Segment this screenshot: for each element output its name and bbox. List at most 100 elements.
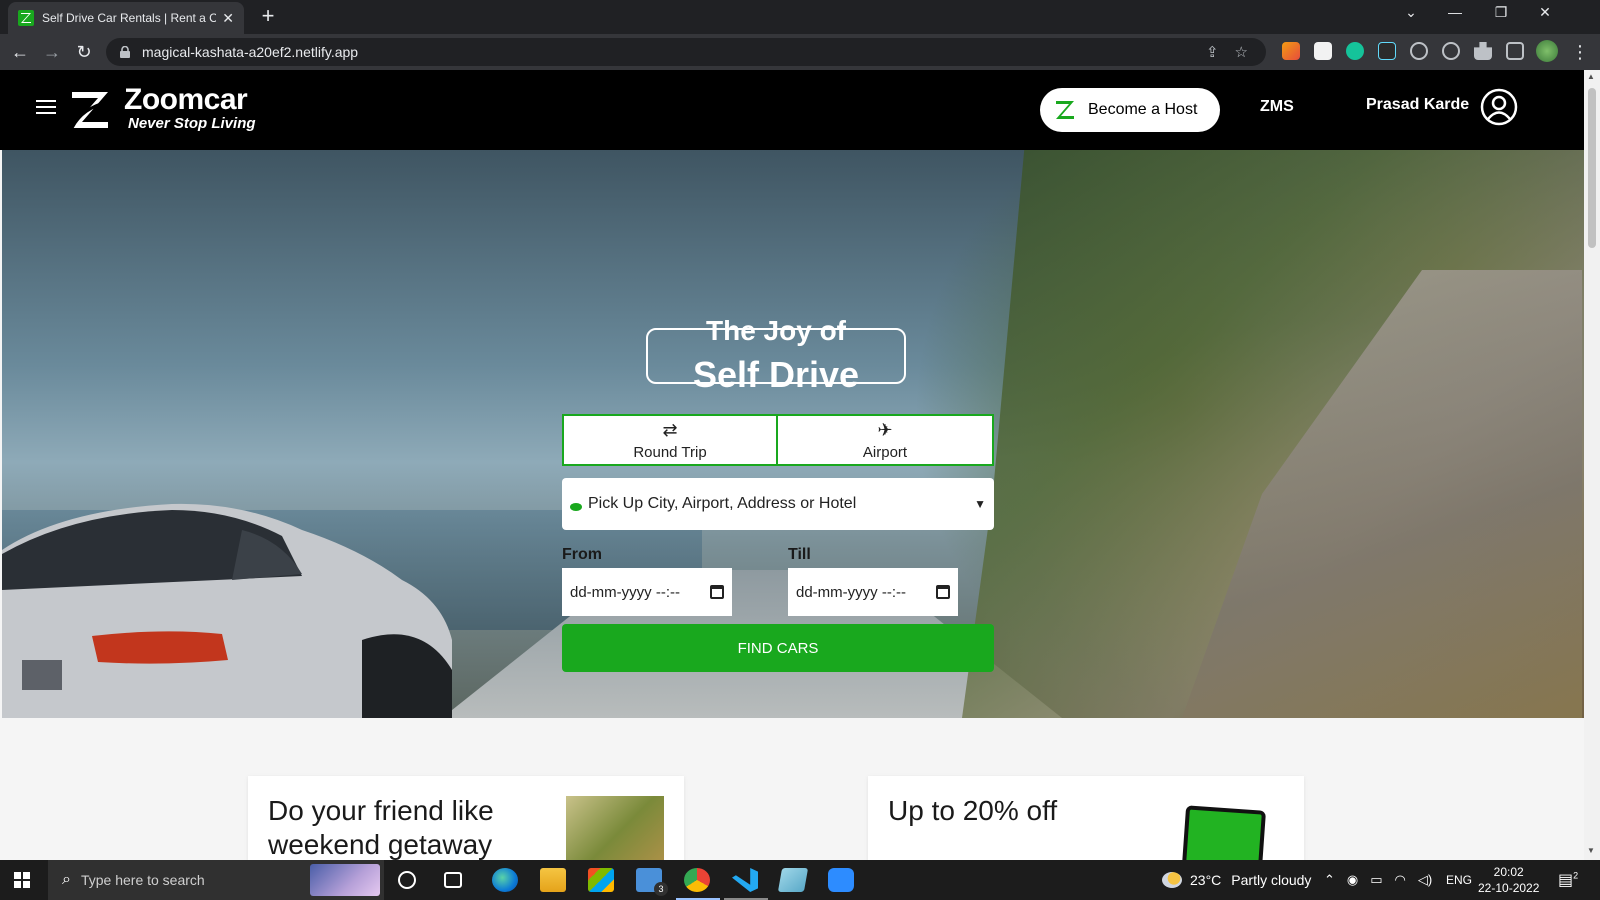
weather-temp: 23°C [1190,872,1222,888]
reload-icon[interactable]: ↻ [72,40,96,64]
hero-car-image [2,503,452,718]
find-cars-button[interactable]: FIND CARS [562,624,994,672]
calendar-icon[interactable] [936,585,950,599]
search-icon: ⌕ [62,871,71,888]
user-account-icon[interactable] [1480,88,1518,126]
logo-name: Zoomcar [124,83,248,116]
notifications-count: 2 [1573,870,1579,881]
taskbar-search[interactable]: ⌕ Type here to search [48,860,384,900]
from-label: From [562,546,602,563]
page-viewport: Zoomcar Never Stop Living Become a Host … [0,70,1584,860]
hero-title-line2: Self Drive [692,354,860,395]
profile-avatar-icon[interactable] [1536,40,1558,62]
forward-icon[interactable]: → [40,40,64,64]
offer-card-discount[interactable]: Up to 20% off [868,776,1304,860]
zoomcar-logo-icon[interactable] [68,88,112,132]
extensions-puzzle-icon[interactable] [1474,42,1492,60]
side-panel-icon[interactable] [1506,42,1524,60]
windows-start-icon[interactable] [14,872,30,888]
url-text: magical-kashata-a20ef2.netlify.app [142,44,359,60]
till-datetime-value: dd-mm-yyyy --:-- [796,583,906,601]
hero-banner: The Joy of Self Drive ⇄ Round Trip ✈ Air… [2,150,1584,718]
vscode-icon[interactable] [732,868,758,892]
chrome-menu-icon[interactable]: ⋮ [1568,40,1592,64]
share-icon[interactable]: ⇪ [1206,43,1219,61]
battery-icon[interactable]: ▭ [1370,872,1382,888]
new-tab-button[interactable]: + [256,5,280,29]
become-host-button[interactable]: Become a Host [1040,88,1220,132]
extension-atom-icon[interactable] [1410,42,1428,60]
file-explorer-icon[interactable] [540,868,566,892]
scroll-down-icon[interactable]: ▼ [1587,846,1595,855]
tab-round-trip-label: Round Trip [633,443,707,461]
scroll-up-icon[interactable]: ▲ [1587,72,1595,81]
address-bar[interactable]: magical-kashata-a20ef2.netlify.app ⇪ ☆ [106,38,1266,66]
logo-tagline: Never Stop Living [128,115,256,132]
meet-now-icon[interactable]: ◉ [1347,872,1358,888]
page-scrollbar[interactable]: ▲ ▼ [1584,70,1600,860]
notes-app-icon[interactable] [777,868,809,892]
tab-search-chevron-icon[interactable]: ⌄ [1396,4,1426,21]
airplane-icon: ✈ [877,419,893,440]
zms-link[interactable]: ZMS [1260,98,1294,116]
edge-browser-icon[interactable] [492,868,518,892]
hamburger-menu-icon[interactable] [36,100,56,118]
minimize-icon[interactable]: — [1440,4,1470,20]
windows-taskbar: ⌕ Type here to search 3 23°C Partly clou… [0,860,1600,900]
restore-icon[interactable]: ❐ [1486,4,1516,21]
task-view-icon[interactable] [444,872,462,888]
zoomcar-favicon-icon [18,10,34,26]
browser-tab-active[interactable]: Self Drive Car Rentals | Rent a Car ✕ [8,2,244,34]
back-icon[interactable]: ← [8,40,32,64]
become-host-label: Become a Host [1088,101,1198,118]
tab-round-trip[interactable]: ⇄ Round Trip [562,414,778,466]
tab-airport-label: Airport [862,443,908,461]
site-header: Zoomcar Never Stop Living Become a Host … [0,70,1584,150]
tab-airport[interactable]: ✈ Airport [778,414,994,466]
scrollbar-thumb[interactable] [1588,88,1596,248]
volume-icon[interactable]: ◁) [1418,872,1432,888]
pickup-city-select[interactable]: Pick Up City, Airport, Address or Hotel … [562,478,994,530]
tray-chevron-up-icon[interactable]: ⌃ [1324,872,1335,888]
zoom-app-icon[interactable] [828,868,854,892]
till-datetime-input[interactable]: dd-mm-yyyy --:-- [788,568,958,616]
system-tray: ⌃ ◉ ▭ ◠ ◁) [1324,872,1432,888]
wifi-icon[interactable]: ◠ [1395,872,1406,888]
offer-card-title: Do your friend like weekend getaway [268,795,494,860]
notifications-icon[interactable]: ▤2 [1558,870,1578,890]
user-name[interactable]: Prasad Karde [1366,96,1469,114]
tab-close-icon[interactable]: ✕ [222,10,234,27]
extension-card-icon[interactable] [1314,42,1332,60]
from-datetime-value: dd-mm-yyyy --:-- [570,583,680,601]
grammarly-icon[interactable] [1346,42,1364,60]
weather-widget[interactable]: 23°C Partly cloudy [1162,872,1311,888]
offer-card-image [566,796,664,860]
zoomcar-green-logo-icon [1056,101,1074,119]
offer-card-getaway[interactable]: Do your friend like weekend getaway [248,776,684,860]
offer-card-image [1182,805,1266,860]
react-devtools-icon[interactable] [1378,42,1396,60]
pickup-city-value: Pick Up City, Airport, Address or Hotel [588,495,857,512]
tab-title: Self Drive Car Rentals | Rent a Car [42,11,217,25]
taskbar-clock[interactable]: 20:02 22-10-2022 [1478,864,1539,896]
bookmark-star-icon[interactable]: ☆ [1235,43,1248,61]
chrome-icon[interactable] [684,868,710,892]
close-window-icon[interactable]: ✕ [1530,4,1560,21]
microsoft-store-icon[interactable] [588,868,614,892]
offer-card-title: Up to 20% off [888,795,1058,826]
extension-pen-icon[interactable] [1282,42,1300,60]
clock-time: 20:02 [1493,865,1524,879]
partly-cloudy-icon [1162,872,1182,888]
swap-arrows-icon: ⇄ [662,419,678,440]
till-label: Till [788,546,811,563]
language-indicator[interactable]: ENG [1446,873,1472,887]
site-logo[interactable]: Zoomcar Never Stop Living [124,84,256,132]
from-datetime-input[interactable]: dd-mm-yyyy --:-- [562,568,732,616]
extension-circle-icon[interactable] [1442,42,1460,60]
cortana-icon[interactable] [398,871,416,889]
browser-toolbar: ← → ↻ magical-kashata-a20ef2.netlify.app… [0,34,1600,70]
clock-date: 22-10-2022 [1478,881,1540,895]
calendar-icon[interactable] [710,585,724,599]
taskbar-search-placeholder: Type here to search [80,872,205,888]
chevron-down-icon: ▼ [974,497,986,511]
